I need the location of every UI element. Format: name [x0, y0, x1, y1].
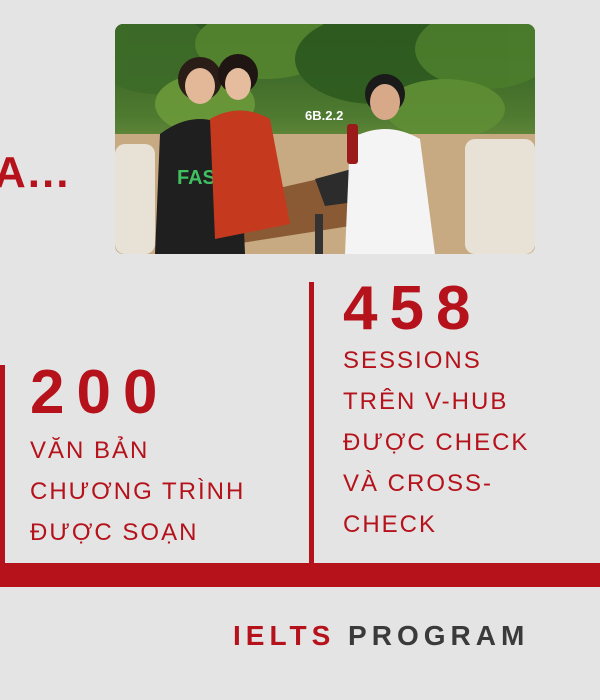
- sign-text: 6B.2.2: [305, 108, 343, 123]
- stat-description-documents: VĂN BẢN CHƯƠNG TRÌNH ĐƯỢC SOẠN: [30, 430, 245, 553]
- stat-line: ĐƯỢC SOẠN: [30, 519, 199, 546]
- stat-line: ĐƯỢC CHECK: [343, 429, 530, 456]
- stat-line: VĂN BẢN: [30, 437, 150, 464]
- stat-description-sessions: SESSIONS TRÊN V-HUB ĐƯỢC CHECK VÀ CROSS-…: [343, 340, 529, 545]
- team-photo: 6B.2.2 FASS: [115, 24, 535, 254]
- stat-number-sessions: 458: [343, 274, 483, 343]
- divider-left: [0, 365, 5, 563]
- stat-number-documents: 200: [30, 358, 170, 427]
- divider-right: [309, 282, 314, 563]
- program-label-ielts: IELTS: [233, 620, 336, 651]
- program-label-program: PROGRAM: [348, 620, 530, 651]
- accent-bar: [0, 563, 600, 587]
- stat-line: CHƯƠNG TRÌNH: [30, 478, 246, 505]
- stat-line: VÀ CROSS-: [343, 470, 494, 497]
- partial-heading: A...: [0, 148, 71, 197]
- stat-line: CHECK: [343, 511, 438, 538]
- stat-line: TRÊN V-HUB: [343, 388, 509, 415]
- stat-line: SESSIONS: [343, 347, 482, 374]
- program-label: IELTS PROGRAM: [233, 620, 529, 652]
